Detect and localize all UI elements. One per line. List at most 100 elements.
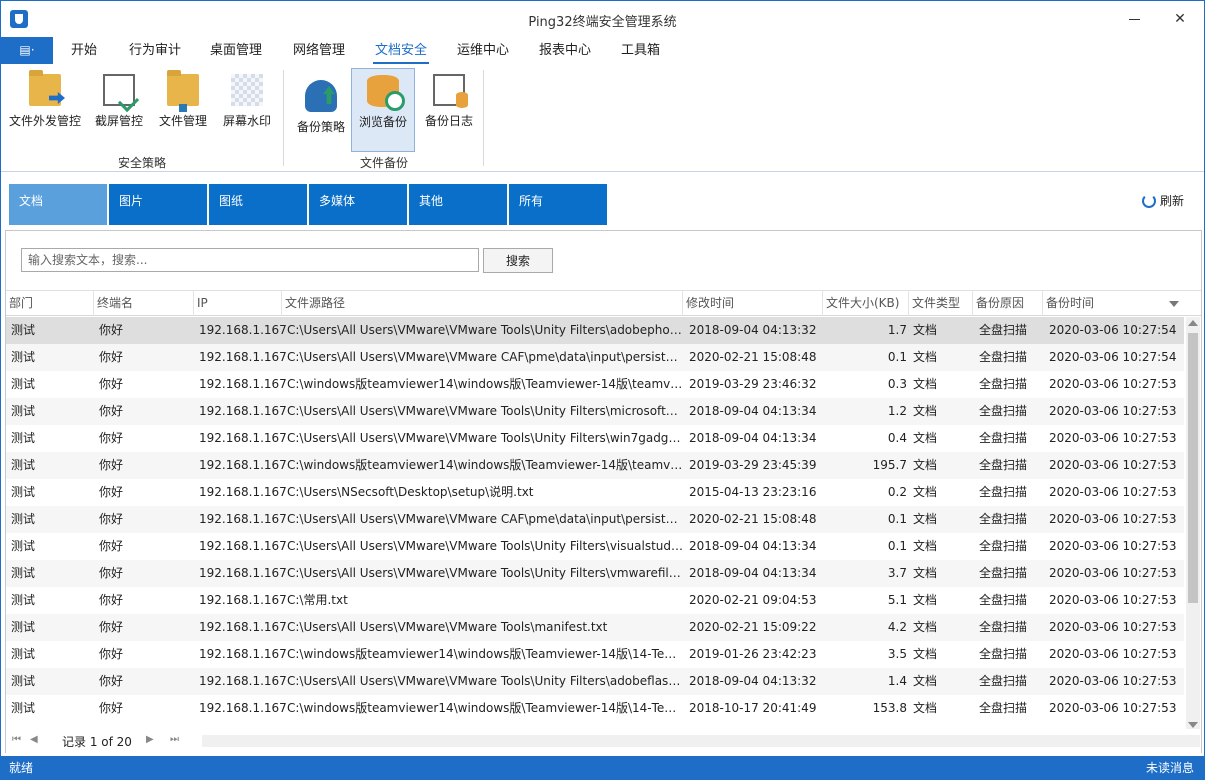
- next-page-icon[interactable]: ▶: [146, 734, 154, 745]
- refresh-button[interactable]: 刷新: [1142, 192, 1184, 212]
- cell-source-path: C:\windows版teamviewer14\windows版\Teamvie…: [287, 458, 683, 472]
- tab-network-management[interactable]: 网络管理: [285, 37, 353, 64]
- search-input[interactable]: [21, 248, 479, 272]
- column-header-terminal[interactable]: 终端名: [94, 291, 194, 316]
- cell-modified-time: 2018-10-17 20:41:49: [689, 701, 817, 715]
- tab-desktop-management[interactable]: 桌面管理: [202, 37, 270, 64]
- tab-start[interactable]: 开始: [63, 37, 105, 64]
- status-bar: 就绪 未读消息: [1, 756, 1204, 779]
- table-row[interactable]: 测试 你好 192.168.1.167 C:\Users\All Users\VMwa…: [6, 560, 1184, 587]
- column-header-file-type[interactable]: 文件类型: [909, 291, 973, 316]
- app-menu-button[interactable]: ▤·: [1, 37, 53, 64]
- tab-toolbox[interactable]: 工具箱: [613, 37, 668, 64]
- cell-terminal: 你好: [99, 485, 124, 499]
- tab-report-center[interactable]: 报表中心: [531, 37, 599, 64]
- browse-backup-button[interactable]: 浏览备份: [351, 68, 415, 152]
- status-text: 就绪: [9, 761, 34, 775]
- screen-watermark-button[interactable]: 屏幕水印: [217, 68, 277, 152]
- horizontal-scrollbar[interactable]: [202, 735, 1200, 747]
- button-label: 屏幕水印: [222, 114, 271, 128]
- cell-department: 测试: [11, 674, 36, 688]
- cell-modified-time: 2018-09-04 04:13:32: [689, 674, 817, 688]
- cell-source-path: C:\常用.txt: [287, 593, 348, 607]
- cell-backup-time: 2020-03-06 10:27:54: [1049, 350, 1177, 364]
- cell-modified-time: 2018-09-04 04:13:34: [689, 539, 817, 553]
- category-drawings[interactable]: 图纸: [209, 184, 307, 225]
- tab-ops-center[interactable]: 运维中心: [449, 37, 517, 64]
- cell-ip: 192.168.1.167: [199, 377, 287, 391]
- last-page-icon[interactable]: ⏭: [170, 734, 179, 745]
- cell-backup-time: 2020-03-06 10:27:53: [1049, 431, 1177, 445]
- cell-terminal: 你好: [99, 566, 124, 580]
- cell-source-path: C:\Users\All Users\VMware\VMware Tools\m…: [287, 620, 608, 634]
- table-row[interactable]: 测试 你好 192.168.1.167 C:\Users\All Users\VMwa…: [6, 344, 1184, 371]
- cell-file-size: 1.2: [887, 404, 907, 418]
- table-row[interactable]: 测试 你好 192.168.1.167 C:\windows版teamviewer14…: [6, 695, 1184, 722]
- column-header-department[interactable]: 部门: [6, 291, 94, 316]
- column-header-backup-time[interactable]: 备份时间: [1043, 291, 1184, 316]
- cell-source-path: C:\windows版teamviewer14\windows版\Teamvie…: [287, 701, 683, 715]
- cell-ip: 192.168.1.167: [199, 404, 287, 418]
- table-row[interactable]: 测试 你好 192.168.1.167 C:\Users\All Users\VMwa…: [6, 398, 1184, 425]
- cell-file-size: 1.7: [887, 323, 907, 337]
- file-outgoing-control-button[interactable]: 文件外发管控: [5, 68, 85, 152]
- screenshot-check-icon: [103, 74, 135, 106]
- table-row[interactable]: 测试 你好 192.168.1.167 C:\Users\All Users\VMwa…: [6, 533, 1184, 560]
- cell-ip: 192.168.1.167: [199, 539, 287, 553]
- cell-backup-time: 2020-03-06 10:27:53: [1049, 377, 1177, 391]
- unread-messages-link[interactable]: 未读消息: [1146, 756, 1194, 779]
- table-row[interactable]: 测试 你好 192.168.1.167 C:\windows版teamviewer14…: [6, 452, 1184, 479]
- category-documents[interactable]: 文档: [9, 184, 107, 225]
- cell-terminal: 你好: [99, 539, 124, 553]
- cell-file-size: 0.1: [887, 512, 907, 526]
- table-row[interactable]: 测试 你好 192.168.1.167 C:\Users\All Users\VMwa…: [6, 317, 1184, 344]
- table-row[interactable]: 测试 你好 192.168.1.167 C:\Users\All Users\VMwa…: [6, 506, 1184, 533]
- first-page-icon[interactable]: ⏮: [12, 734, 21, 745]
- button-label: 截屏管控: [94, 114, 143, 128]
- backup-policy-button[interactable]: 备份策略: [291, 68, 351, 152]
- scroll-down-icon[interactable]: [1188, 722, 1198, 728]
- table-row[interactable]: 测试 你好 192.168.1.167 C:\Users\All Users\VMwa…: [6, 614, 1184, 641]
- cell-terminal: 你好: [99, 350, 124, 364]
- button-label: 备份日志: [424, 114, 473, 128]
- tab-behavior-audit[interactable]: 行为审计: [121, 37, 189, 64]
- screenshot-control-button[interactable]: 截屏管控: [89, 68, 149, 152]
- sort-descending-icon[interactable]: [1169, 301, 1179, 307]
- table-row[interactable]: 测试 你好 192.168.1.167 C:\Users\NSecsoft\Deskt…: [6, 479, 1184, 506]
- tab-document-security[interactable]: 文档安全: [367, 37, 435, 64]
- cell-backup-reason: 全盘扫描: [979, 485, 1028, 499]
- vertical-scrollbar[interactable]: [1186, 317, 1200, 731]
- cell-source-path: C:\Users\All Users\VMware\VMware Tools\U…: [287, 323, 683, 337]
- column-header-file-size[interactable]: 文件大小(KB): [823, 291, 909, 316]
- search-button[interactable]: 搜索: [483, 248, 553, 273]
- table-row[interactable]: 测试 你好 192.168.1.167 C:\windows版teamviewer14…: [6, 641, 1184, 668]
- scrollbar-thumb[interactable]: [1188, 333, 1198, 603]
- table-row[interactable]: 测试 你好 192.168.1.167 C:\windows版teamviewer14…: [6, 371, 1184, 398]
- column-header-source-path[interactable]: 文件源路径: [282, 291, 683, 316]
- cell-file-type: 文档: [913, 404, 938, 418]
- table-row[interactable]: 测试 你好 192.168.1.167 C:\Users\All Users\VMwa…: [6, 425, 1184, 452]
- file-management-button[interactable]: 文件管理: [153, 68, 213, 152]
- cell-terminal: 你好: [99, 620, 124, 634]
- category-all[interactable]: 所有: [509, 184, 607, 225]
- prev-page-icon[interactable]: ◀: [30, 734, 38, 745]
- column-header-ip[interactable]: IP: [194, 291, 282, 316]
- table-row[interactable]: 测试 你好 192.168.1.167 C:\常用.txt 2020-02-21 09:…: [6, 587, 1184, 614]
- cell-backup-reason: 全盘扫描: [979, 458, 1028, 472]
- cell-source-path: C:\windows版teamviewer14\windows版\Teamvie…: [287, 377, 683, 391]
- backup-log-button[interactable]: 备份日志: [419, 68, 479, 152]
- cell-file-size: 195.7: [872, 458, 907, 472]
- minimize-button[interactable]: [1111, 1, 1157, 37]
- scroll-up-icon[interactable]: [1188, 320, 1198, 326]
- cell-file-type: 文档: [913, 539, 938, 553]
- close-button[interactable]: ✕: [1157, 1, 1203, 37]
- column-header-backup-reason[interactable]: 备份原因: [973, 291, 1043, 316]
- cell-source-path: C:\Users\All Users\VMware\VMware Tools\U…: [287, 566, 683, 580]
- category-other[interactable]: 其他: [409, 184, 507, 225]
- table-row[interactable]: 测试 你好 192.168.1.167 C:\Users\All Users\VMwa…: [6, 668, 1184, 695]
- cell-ip: 192.168.1.167: [199, 701, 287, 715]
- column-header-modified-time[interactable]: 修改时间: [683, 291, 823, 316]
- category-images[interactable]: 图片: [109, 184, 207, 225]
- cell-file-type: 文档: [913, 593, 938, 607]
- category-multimedia[interactable]: 多媒体: [309, 184, 407, 225]
